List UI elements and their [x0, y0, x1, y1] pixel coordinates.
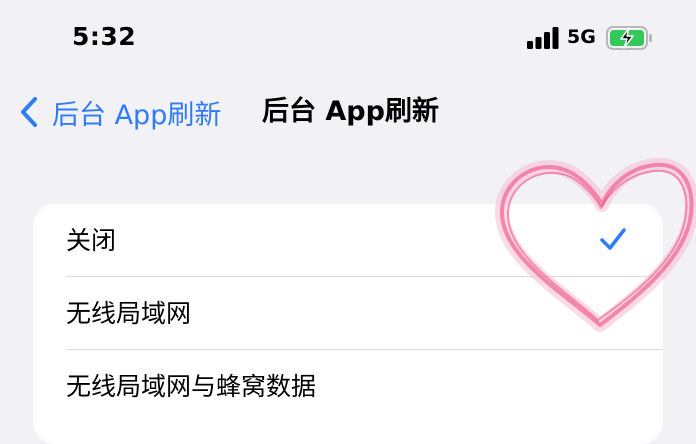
checkmark-icon	[600, 228, 626, 250]
option-label: 无线局域网	[66, 299, 192, 328]
option-label: 无线局域网与蜂窝数据	[66, 372, 317, 401]
signal-bars-icon	[527, 27, 559, 49]
network-type: 5G	[567, 26, 596, 48]
option-wifi-and-cellular[interactable]: 无线局域网与蜂窝数据	[33, 350, 663, 423]
option-off[interactable]: 关闭	[33, 204, 663, 277]
options-list: 关闭 无线局域网 无线局域网与蜂窝数据	[33, 204, 663, 444]
page-title: 后台 App刷新	[262, 96, 439, 127]
status-bar: 5:32 5G	[0, 0, 696, 80]
navigation-bar: 后台 App刷新 后台 App刷新	[0, 86, 696, 138]
option-label: 关闭	[66, 226, 117, 255]
chevron-left-icon	[21, 97, 37, 127]
status-time: 5:32	[72, 22, 137, 51]
back-button[interactable]: 后台 App刷新	[18, 94, 222, 131]
back-button-label: 后台 App刷新	[52, 99, 222, 131]
option-wifi[interactable]: 无线局域网	[33, 277, 663, 350]
battery-charging-icon	[606, 26, 652, 50]
